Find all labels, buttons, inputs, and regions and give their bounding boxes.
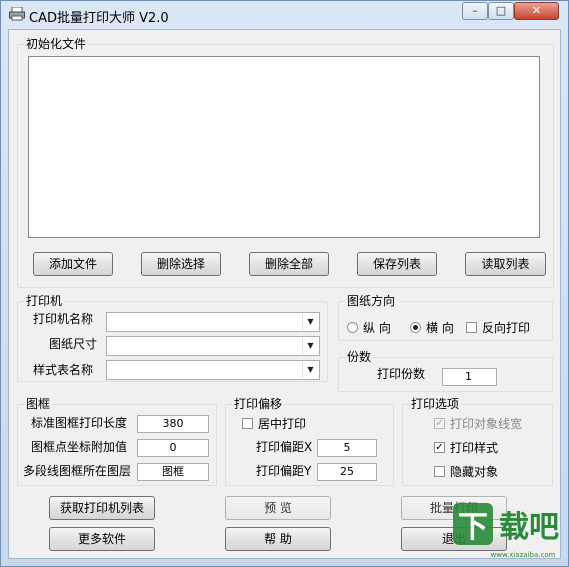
file-list[interactable] — [28, 56, 540, 238]
init-files-title: 初始化文件 — [24, 37, 89, 51]
center-print-checkbox[interactable] — [242, 418, 253, 429]
offset-y-input[interactable]: 25 — [317, 463, 377, 481]
offset-y-label: 打印偏距Y — [256, 464, 312, 478]
app-window: CAD批量打印大师 V2.0 – □ ✕ 初始化文件 添加文件 删除选择 删除全… — [0, 0, 569, 567]
frame-length-input[interactable]: 380 — [137, 415, 209, 433]
minimize-icon: – — [472, 4, 478, 17]
print-style-checkbox[interactable]: ✓ — [434, 442, 445, 453]
frame-layer-input[interactable]: 图框 — [137, 463, 209, 481]
offset-x-label: 打印偏距X — [256, 440, 313, 454]
printer-title: 打印机 — [24, 294, 65, 308]
maximize-icon: □ — [495, 4, 507, 17]
printer-name-select[interactable]: ▼ — [106, 312, 320, 332]
reverse-print-checkbox[interactable] — [466, 322, 477, 333]
printer-name-label: 打印机名称 — [33, 312, 94, 326]
client-area: 初始化文件 添加文件 删除选择 删除全部 保存列表 读取列表 打印机 打印机名称… — [8, 29, 561, 559]
reverse-print-label: 反向打印 — [482, 321, 531, 335]
add-file-button[interactable]: 添加文件 — [33, 252, 113, 276]
portrait-radio[interactable] — [347, 322, 358, 333]
svg-text:载吧: 载吧 — [499, 510, 559, 545]
maximize-button[interactable]: □ — [488, 2, 514, 20]
offset-x-input[interactable]: 5 — [317, 439, 377, 457]
frame-coord-label: 图框点坐标附加值 — [31, 440, 128, 454]
printer-icon — [9, 7, 25, 21]
lineweight-label: 打印对象线宽 — [450, 417, 523, 431]
lineweight-checkbox[interactable]: ✓ — [434, 418, 445, 429]
xiazaiba-watermark-logo: 下 载吧 www.xiazaiba.com — [453, 503, 559, 559]
paper-size-select[interactable]: ▼ — [106, 336, 320, 356]
delete-all-button[interactable]: 删除全部 — [249, 252, 329, 276]
save-list-button[interactable]: 保存列表 — [357, 252, 437, 276]
delete-selected-button[interactable]: 删除选择 — [141, 252, 221, 276]
more-software-button[interactable]: 更多软件 — [49, 527, 155, 551]
hide-objects-label: 隐藏对象 — [450, 465, 499, 479]
landscape-radio[interactable] — [410, 322, 421, 333]
frame-title: 图框 — [24, 397, 53, 411]
help-button[interactable]: 帮 助 — [225, 527, 331, 551]
style-table-select[interactable]: ▼ — [106, 360, 320, 380]
print-options-title: 打印选项 — [409, 397, 462, 411]
chevron-down-icon[interactable]: ▼ — [302, 362, 318, 378]
chevron-down-icon[interactable]: ▼ — [302, 338, 318, 354]
hide-objects-checkbox[interactable] — [434, 466, 445, 477]
print-style-label: 打印样式 — [450, 441, 499, 455]
get-printer-list-button[interactable]: 获取打印机列表 — [49, 496, 155, 520]
frame-length-label: 标准图框打印长度 — [31, 416, 128, 430]
close-icon: ✕ — [531, 4, 542, 17]
copies-label: 打印份数 — [377, 367, 426, 381]
copies-input[interactable]: 1 — [442, 368, 497, 386]
offset-title: 打印偏移 — [232, 397, 285, 411]
close-button[interactable]: ✕ — [514, 2, 559, 20]
title-bar[interactable]: CAD批量打印大师 V2.0 – □ ✕ — [1, 1, 568, 29]
copies-title: 份数 — [345, 350, 374, 364]
style-table-label: 样式表名称 — [33, 363, 94, 377]
window-title: CAD批量打印大师 V2.0 — [29, 11, 169, 26]
frame-layer-label: 多段线图框所在图层 — [23, 464, 132, 478]
svg-text:下: 下 — [458, 510, 488, 545]
load-list-button[interactable]: 读取列表 — [465, 252, 546, 276]
orientation-title: 图纸方向 — [345, 294, 398, 308]
minimize-button[interactable]: – — [462, 2, 488, 20]
preview-button[interactable]: 预 览 — [225, 496, 331, 520]
chevron-down-icon[interactable]: ▼ — [302, 314, 318, 330]
center-print-label: 居中打印 — [258, 417, 307, 431]
frame-coord-input[interactable]: 0 — [137, 439, 209, 457]
svg-text:www.xiazaiba.com: www.xiazaiba.com — [491, 551, 556, 559]
landscape-label: 横 向 — [426, 321, 454, 335]
paper-size-label: 图纸尺寸 — [49, 337, 98, 351]
portrait-label: 纵 向 — [363, 321, 391, 335]
